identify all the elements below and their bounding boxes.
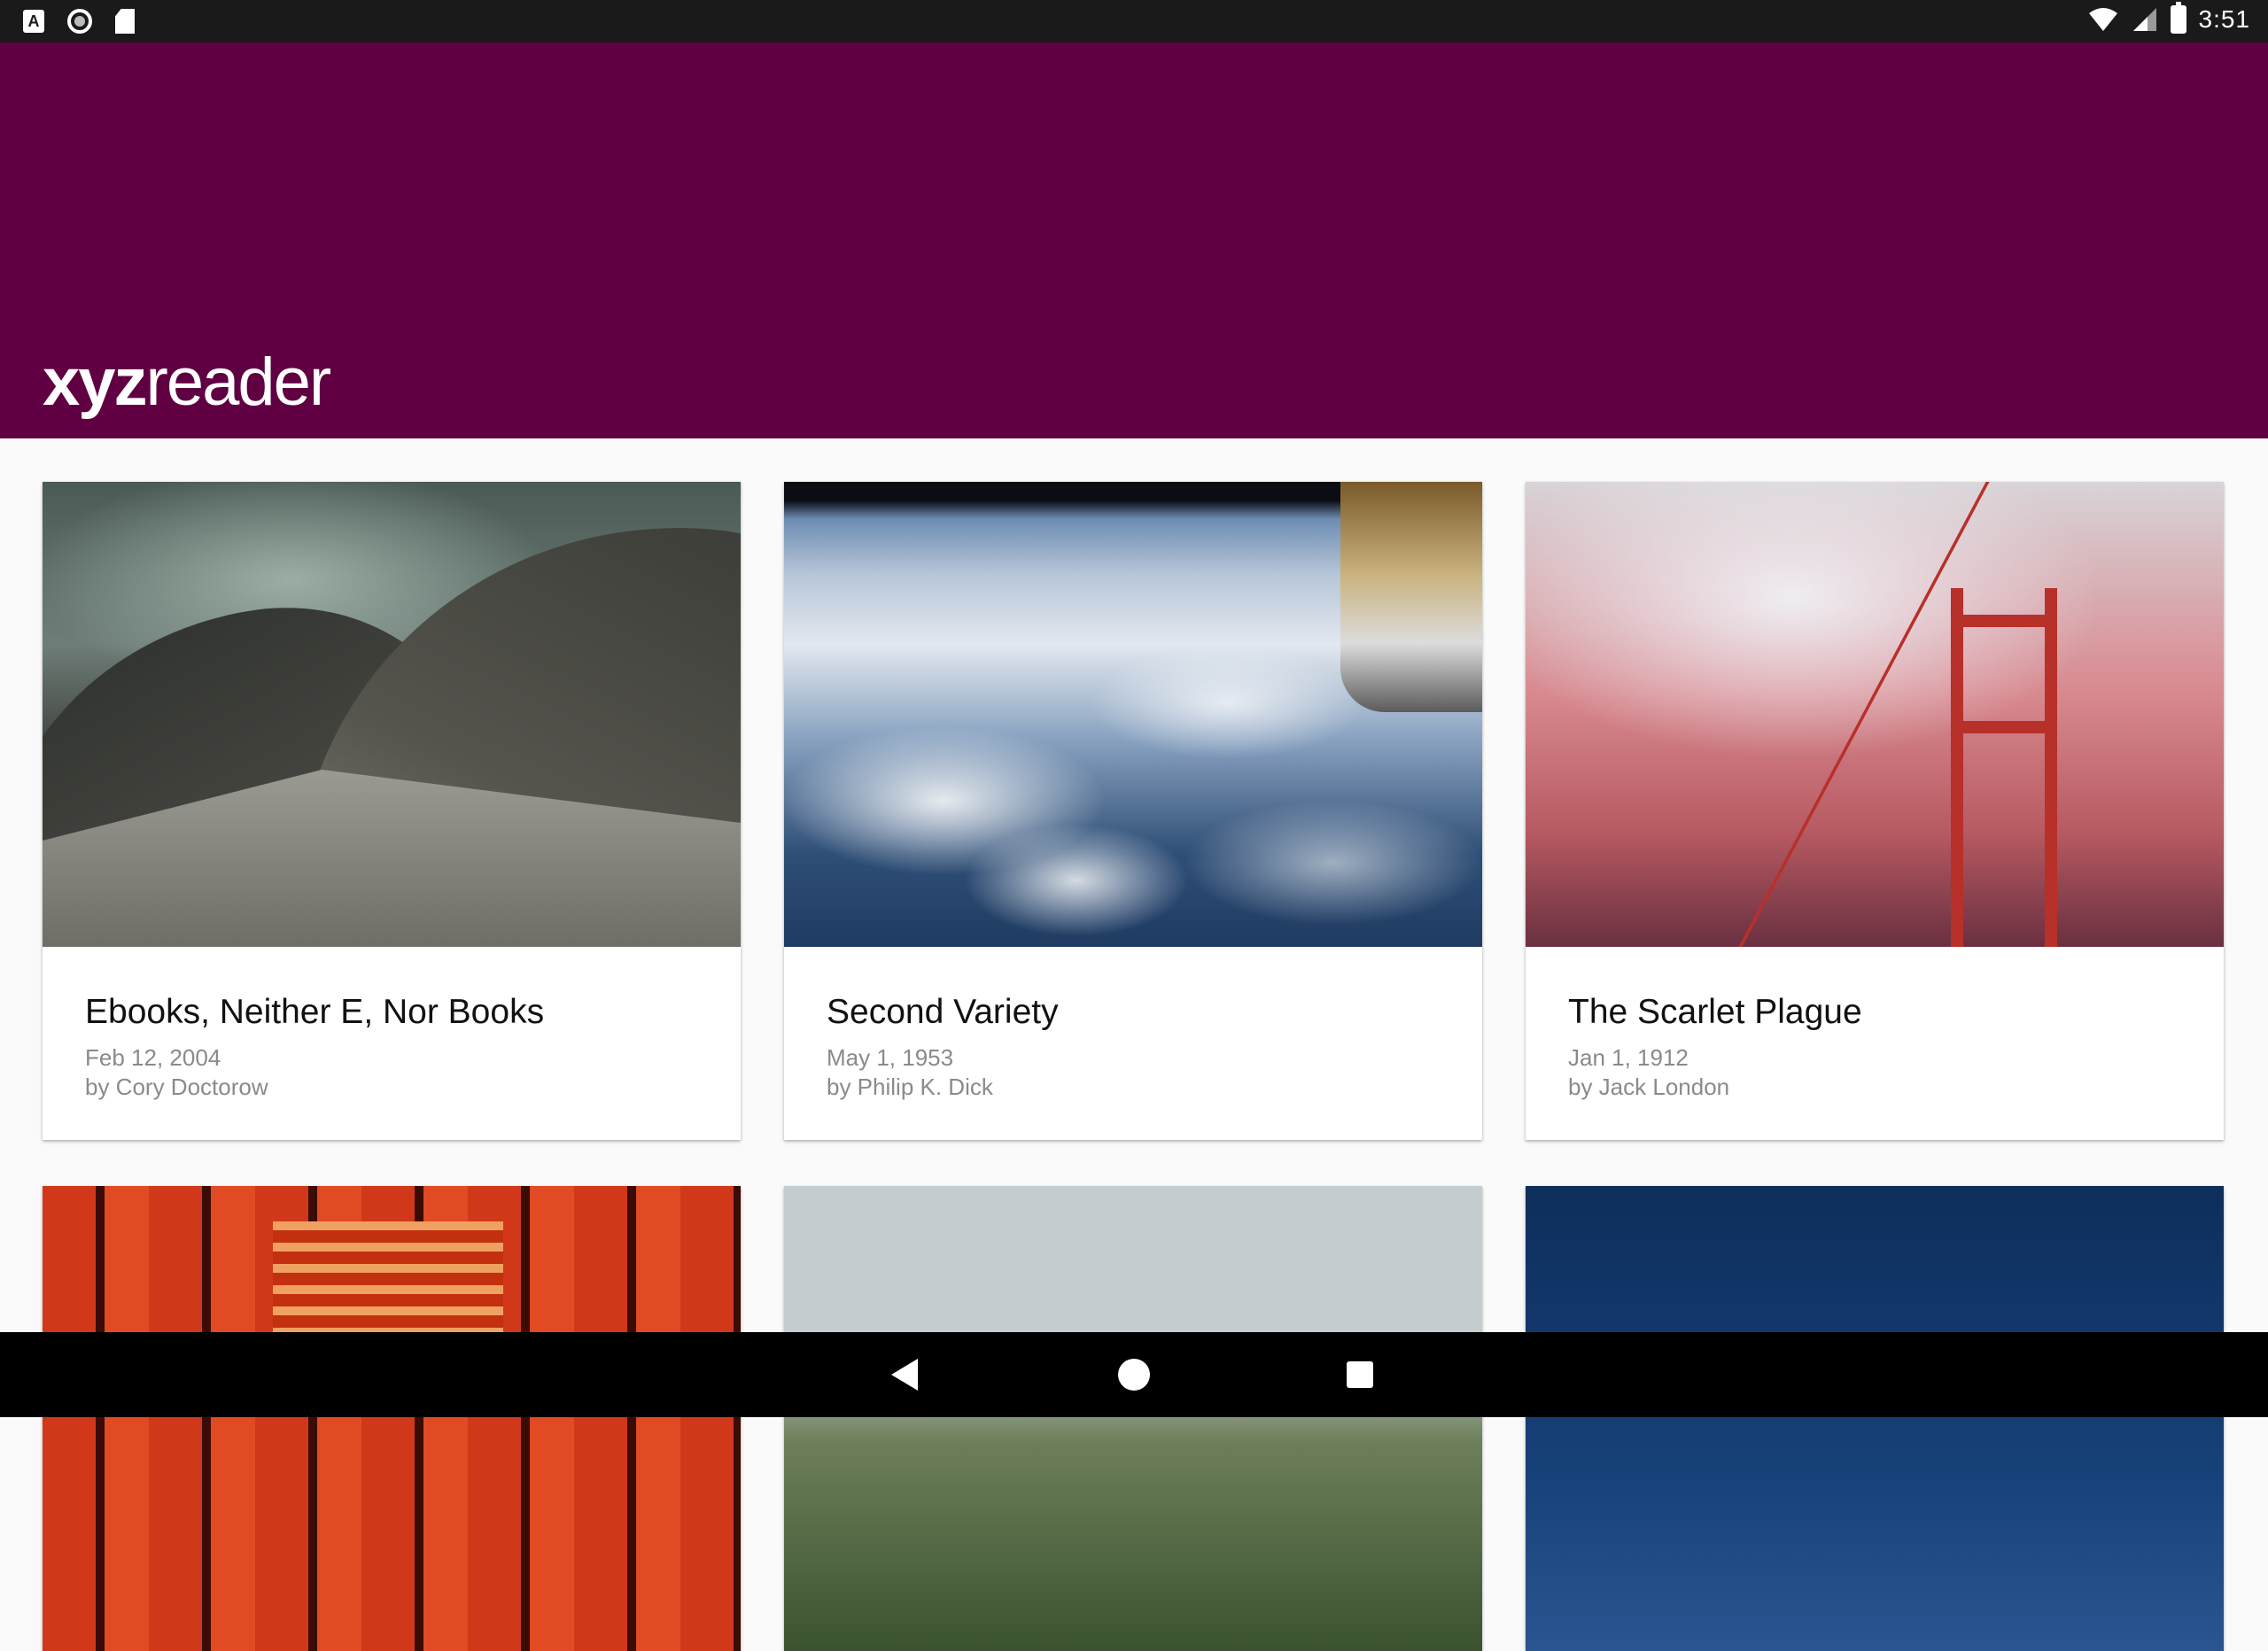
system-icons: 3:51 bbox=[2087, 2, 2251, 34]
status-bar: A 3:51 bbox=[0, 0, 2268, 43]
article-meta: Second Variety May 1, 1953 by Philip K. … bbox=[784, 947, 1482, 1140]
cell-signal-icon bbox=[2132, 8, 2156, 31]
torii-gates-photo bbox=[43, 1186, 741, 1651]
opera-house-photo bbox=[43, 482, 741, 947]
battery-charging-icon bbox=[2170, 2, 2186, 34]
wifi-icon bbox=[2088, 8, 2117, 31]
navigation-bar bbox=[0, 1332, 2268, 1417]
article-author: by Philip K. Dick bbox=[827, 1074, 993, 1100]
recents-icon[interactable] bbox=[1347, 1361, 1373, 1388]
earth-from-space-photo bbox=[784, 482, 1482, 947]
article-title: Second Variety bbox=[827, 993, 1059, 1031]
article-meta: The Scarlet Plague Jan 1, 1912 by Jack L… bbox=[1526, 947, 2224, 1140]
logo-light: reader bbox=[145, 345, 332, 420]
article-title: Ebooks, Neither E, Nor Books bbox=[85, 993, 545, 1031]
notification-icons: A bbox=[23, 9, 135, 34]
article-meta: Ebooks, Neither E, Nor Books Feb 12, 200… bbox=[43, 947, 741, 1140]
article-card[interactable]: Ebooks, Neither E, Nor Books Feb 12, 200… bbox=[43, 482, 741, 1140]
article-card[interactable] bbox=[43, 1186, 741, 1651]
app-bar: xyzreader bbox=[0, 43, 2268, 438]
article-card[interactable]: Second Variety May 1, 1953 by Philip K. … bbox=[784, 482, 1482, 1140]
golden-gate-fog-photo bbox=[1526, 482, 2224, 947]
article-author: by Jack London bbox=[1568, 1074, 1730, 1100]
home-icon[interactable] bbox=[1118, 1359, 1150, 1391]
article-date: May 1, 1953 bbox=[827, 1044, 954, 1071]
clock: 3:51 bbox=[2198, 5, 2250, 33]
forest-lake-photo bbox=[784, 1186, 1482, 1651]
a-notification-icon: A bbox=[23, 10, 44, 33]
article-card[interactable]: The Scarlet Plague Jan 1, 1912 by Jack L… bbox=[1526, 482, 2224, 1140]
article-card[interactable] bbox=[784, 1186, 1482, 1651]
logo-bold: xyz bbox=[43, 345, 148, 420]
article-date: Feb 12, 2004 bbox=[85, 1044, 221, 1071]
blue-sky-photo bbox=[1526, 1186, 2224, 1651]
article-date: Jan 1, 1912 bbox=[1568, 1044, 1689, 1071]
sd-card-icon bbox=[115, 9, 135, 34]
article-title: The Scarlet Plague bbox=[1568, 993, 1862, 1031]
circle-notification-icon bbox=[67, 9, 92, 34]
article-author: by Cory Doctorow bbox=[85, 1074, 268, 1100]
article-card[interactable] bbox=[1526, 1186, 2224, 1651]
back-icon[interactable] bbox=[891, 1359, 918, 1391]
app-logo: xyzreader bbox=[43, 344, 332, 421]
